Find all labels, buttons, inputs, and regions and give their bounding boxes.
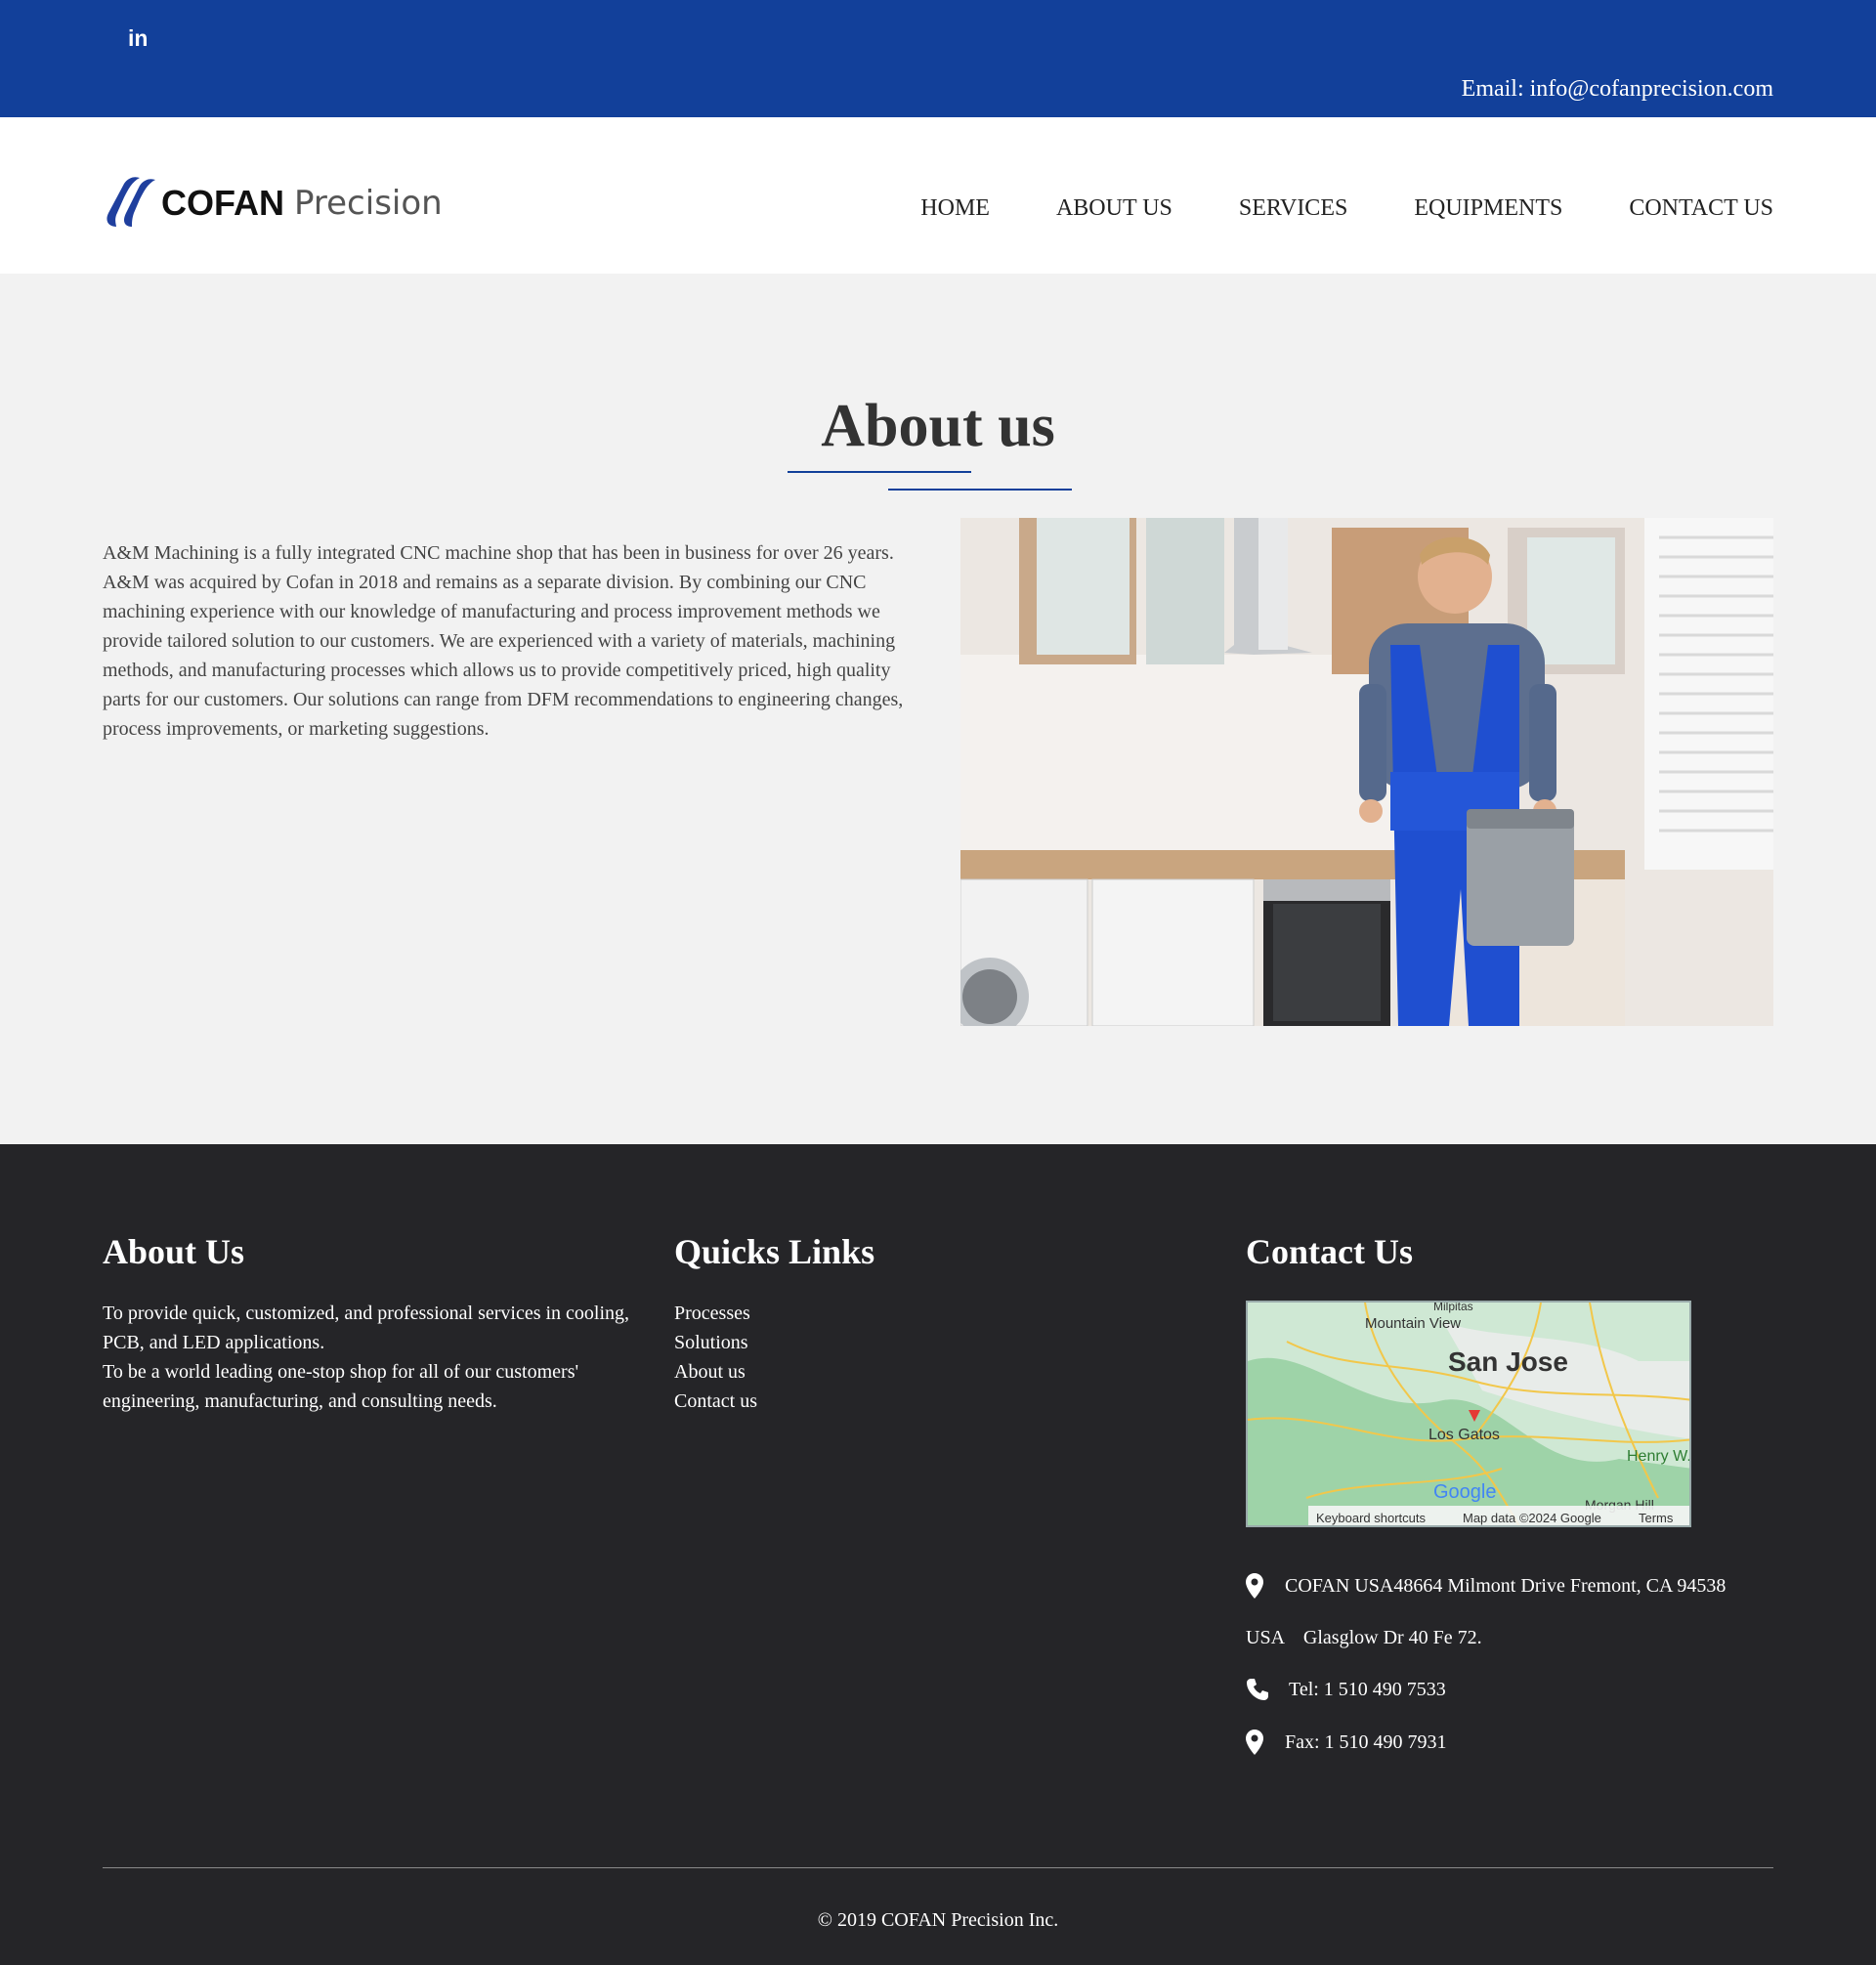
nav-home[interactable]: HOME: [920, 193, 990, 223]
contact-address: COFAN USA48664 Milmont Drive Fremont, CA…: [1246, 1571, 1726, 1601]
technician-photo: [960, 518, 1773, 1026]
logo-mark-icon: [107, 177, 155, 227]
nav-equipments[interactable]: EQUIPMENTS: [1414, 193, 1562, 223]
tel-text: Tel: 1 510 490 7533: [1289, 1679, 1446, 1700]
map-label-milpitas: Milpitas: [1433, 1303, 1473, 1313]
link-contact-us[interactable]: Contact us: [674, 1387, 757, 1416]
footer-links-heading: Quicks Links: [674, 1232, 875, 1271]
address-text-2: USA Glasglow Dr 40 Fe 72.: [1246, 1627, 1482, 1648]
quick-links: Processes Solutions About us Contact us: [674, 1299, 757, 1416]
linkedin-icon[interactable]: in: [128, 25, 153, 51]
map-label-mountain-view: Mountain View: [1365, 1315, 1461, 1332]
footer-about-text: To provide quick, customized, and profes…: [103, 1299, 630, 1416]
address-text: COFAN USA48664 Milmont Drive Fremont, CA…: [1285, 1575, 1727, 1597]
map-label-san-jose: San Jose: [1448, 1346, 1568, 1377]
site-logo[interactable]: COFAN Precision: [103, 176, 443, 231]
page-title: About us: [821, 393, 1055, 459]
logo-brand: COFAN: [161, 183, 284, 223]
header-email[interactable]: Email: info@cofanprecision.com: [1462, 74, 1773, 104]
nav-contact-us[interactable]: CONTACT US: [1629, 193, 1773, 223]
map-marker-icon: [1246, 1730, 1263, 1755]
site-header: COFAN Precision HOME ABOUT US SERVICES E…: [0, 117, 1876, 274]
footer-contact-heading: Contact Us: [1246, 1232, 1413, 1271]
map-keyboard-shortcuts: Keyboard shortcuts: [1316, 1511, 1427, 1525]
link-about-us[interactable]: About us: [674, 1357, 757, 1387]
footer-about-line-2: To be a world leading one-stop shop for …: [103, 1361, 579, 1412]
map-label-los-gatos: Los Gatos: [1428, 1427, 1500, 1443]
map-marker-icon: [1246, 1573, 1263, 1599]
nav-services[interactable]: SERVICES: [1239, 193, 1347, 223]
link-processes[interactable]: Processes: [674, 1299, 757, 1328]
map-terms: Terms: [1639, 1511, 1674, 1525]
site-footer: About Us To provide quick, customized, a…: [0, 1144, 1876, 1965]
footer-about-heading: About Us: [103, 1232, 245, 1271]
about-body: A&M Machining is a fully integrated CNC …: [103, 542, 904, 740]
main-nav: HOME ABOUT US SERVICES EQUIPMENTS CONTAC…: [920, 193, 1773, 223]
link-solutions[interactable]: Solutions: [674, 1328, 757, 1357]
title-underline: [788, 471, 971, 473]
map-label-henry: Henry W. State: [1627, 1448, 1691, 1465]
fax-text: Fax: 1 510 490 7931: [1285, 1731, 1447, 1753]
footer-divider: [103, 1867, 1773, 1868]
logo-sub: Precision: [294, 184, 443, 223]
title-underline: [888, 489, 1072, 491]
contact-fax: Fax: 1 510 490 7931: [1246, 1728, 1447, 1757]
contact-tel[interactable]: Tel: 1 510 490 7533: [1246, 1675, 1446, 1704]
contact-address-2: USA Glasglow Dr 40 Fe 72.: [1246, 1623, 1482, 1652]
top-bar: in Email: info@cofanprecision.com: [0, 0, 1876, 117]
map-data-attribution: Map data ©2024 Google: [1463, 1511, 1601, 1525]
google-map[interactable]: Mountain View San Jose Los Gatos Henry W…: [1246, 1301, 1691, 1527]
map-google-logo: Google: [1433, 1481, 1497, 1503]
footer-about-line-1: To provide quick, customized, and profes…: [103, 1303, 630, 1353]
copyright: © 2019 COFAN Precision Inc.: [817, 1909, 1059, 1931]
phone-icon: [1247, 1679, 1268, 1700]
nav-about-us[interactable]: ABOUT US: [1056, 193, 1172, 223]
